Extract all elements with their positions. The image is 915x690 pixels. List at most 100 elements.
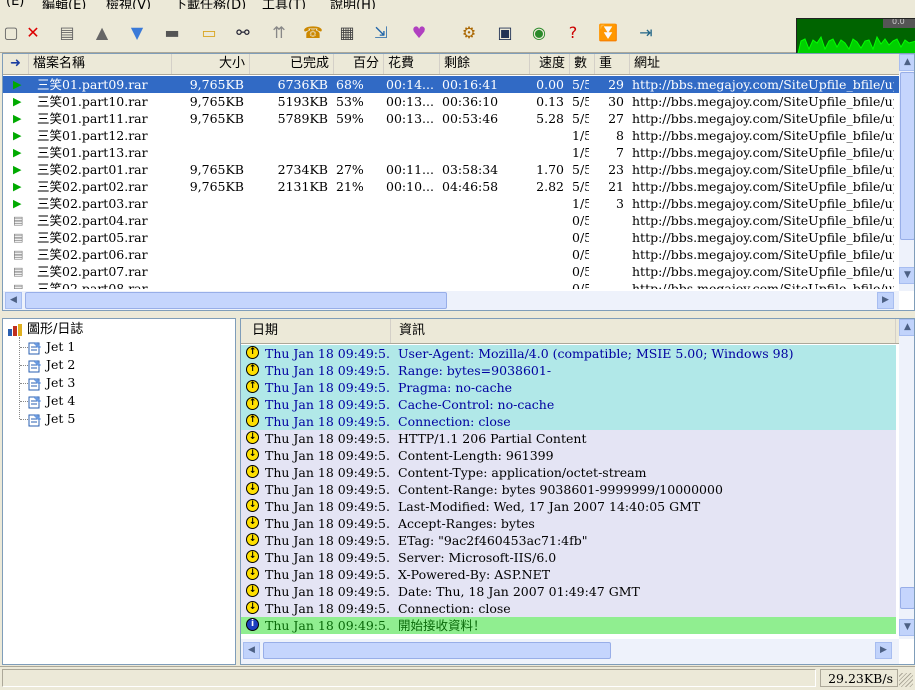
col-size[interactable]: 大小 (172, 54, 250, 74)
tree-root[interactable]: 圖形/日誌 (7, 320, 83, 338)
col-left[interactable]: 剩餘 (440, 54, 530, 74)
log-row[interactable]: ↓ Thu Jan 18 09:49:5... Content-Length: 96… (241, 447, 896, 464)
dial-button[interactable]: ☎ (302, 21, 324, 43)
batch-button[interactable]: ▦ (336, 21, 358, 43)
log-row[interactable]: ↓ Thu Jan 18 09:49:5... Content-Range: byt… (241, 481, 896, 498)
col-date[interactable]: 日期 (241, 319, 391, 343)
log-scroll-right-button[interactable]: ▶ (875, 642, 892, 659)
download-row[interactable]: ▤ 三笑02.part05.rar 0/5 http://bbs.megajoy.co… (3, 229, 900, 246)
download-row[interactable]: ▶ 三笑01.part10.rar 9,765KB 5193KB 53% 00:13...… (3, 93, 900, 110)
site-manager-button[interactable]: ⇈ (268, 21, 290, 43)
log-row[interactable]: ↑ Thu Jan 18 09:49:5... Pragma: no-cache (241, 379, 896, 396)
download-row[interactable]: ▤ 三笑02.part06.rar 0/5 http://bbs.megajoy.co… (3, 246, 900, 263)
help-button[interactable]: ? (562, 21, 584, 43)
import-button[interactable]: ⇲ (370, 21, 392, 43)
scroll-up-button[interactable]: ▲ (899, 54, 914, 71)
col-name[interactable]: 檔案名稱 (29, 54, 172, 74)
open-folder-button[interactable]: ▭ (198, 21, 220, 43)
log-vscroll-thumb[interactable] (900, 587, 914, 609)
move-down-button[interactable]: ▼ (126, 21, 148, 43)
download-row[interactable]: ▤ 三笑02.part07.rar 0/5 http://bbs.megajoy.co… (3, 263, 900, 280)
favorites-button[interactable]: ♥ (408, 21, 430, 43)
tree-item-jet-1[interactable]: Jet 1 (20, 338, 75, 356)
log-row[interactable]: ↑ Thu Jan 18 09:49:5... User-Agent: Mozill… (241, 345, 896, 362)
col-status[interactable]: ➜ (3, 54, 29, 74)
download-row[interactable]: ▶ 三笑02.part03.rar 1/5 3 http://bbs.megajoy.c… (3, 195, 900, 212)
properties-button[interactable]: ▤ (56, 21, 78, 43)
delete-button[interactable]: ✕ (22, 21, 44, 43)
resize-grip-icon[interactable] (899, 673, 913, 687)
download-row[interactable]: ▤ 三笑02.part08.rar 0/5 http://bbs.megajoy.co… (3, 280, 900, 289)
connect-button[interactable]: ◉ (528, 21, 550, 43)
col-speed[interactable]: 速度 (530, 54, 570, 74)
category-button[interactable]: ▬ (161, 21, 183, 43)
download-row[interactable]: ▶ 三笑01.part13.rar 1/5 7 http://bbs.megajoy.c… (3, 144, 900, 161)
log-row[interactable]: ↓ Thu Jan 18 09:49:5... Server: Microsoft-… (241, 549, 896, 566)
speed-graph-label: 0.0 (892, 18, 905, 26)
play-icon: ▶ (13, 146, 22, 159)
col-pct[interactable]: 百分 (334, 54, 384, 74)
log-row[interactable]: ↓ Thu Jan 18 09:49:5... Last-Modified: Wed… (241, 498, 896, 515)
menu-item-4[interactable]: 工具(T) (262, 0, 306, 9)
log-row[interactable]: ↓ Thu Jan 18 09:49:5... ETag: "9ac2f460453… (241, 532, 896, 549)
log-row[interactable]: ↓ Thu Jan 18 09:49:5... X-Powered-By: ASP.… (241, 566, 896, 583)
col-url[interactable]: 網址 (630, 54, 900, 74)
stop-all-button[interactable]: ▣ (494, 21, 516, 43)
cell-done (252, 144, 328, 161)
tree-item-jet-3[interactable]: Jet 3 (20, 374, 75, 392)
download-list[interactable]: ➜ 檔案名稱 大小 已完成 百分 花費 剩餘 速度數重網址 ▶ 三笑01.part09.rar 9… (2, 53, 915, 311)
menu-item-1[interactable]: 編輯(E) (42, 0, 86, 9)
cell-left (442, 212, 524, 229)
log-row[interactable]: ↓ Thu Jan 18 09:49:5... Content-Type: appl… (241, 464, 896, 481)
log-row[interactable]: ↓ Thu Jan 18 09:49:5... HTTP/1.1 206 Parti… (241, 430, 896, 447)
log-scroll-up-button[interactable]: ▲ (899, 319, 914, 336)
log-row[interactable]: i Thu Jan 18 09:49:5... 開始接收資料！ (241, 617, 896, 634)
download-hscroll-thumb[interactable] (25, 292, 447, 309)
tree-item-jet-2[interactable]: Jet 2 (20, 356, 75, 374)
menu-item-0[interactable]: (E) (6, 0, 24, 9)
download-row[interactable]: ▶ 三笑02.part02.rar 9,765KB 2131KB 21% 00:10...… (3, 178, 900, 195)
log-row[interactable]: ↑ Thu Jan 18 09:49:5... Range: bytes=90386… (241, 362, 896, 379)
tree-item-jet-4[interactable]: Jet 4 (20, 392, 75, 410)
log-scroll-left-button[interactable]: ◀ (243, 642, 260, 659)
log-row[interactable]: ↓ Thu Jan 18 09:49:5... Accept-Ranges: byt… (241, 515, 896, 532)
scroll-down-button[interactable]: ▼ (899, 267, 914, 284)
menu-item-3[interactable]: 下載任務(D) (174, 0, 246, 9)
new-button[interactable]: ▢ (0, 21, 22, 43)
col-info[interactable]: 資訊 (391, 319, 896, 343)
cell-retry: 21 (608, 179, 624, 194)
log-hscroll-thumb[interactable] (263, 642, 611, 659)
download-row[interactable]: ▶ 三笑02.part01.rar 9,765KB 2734KB 27% 00:11...… (3, 161, 900, 178)
options-button[interactable]: ⚙ (458, 21, 480, 43)
log-row[interactable]: ↑ Thu Jan 18 09:49:5... Connection: close (241, 413, 896, 430)
download-vscroll-thumb[interactable] (900, 72, 914, 240)
log-row[interactable]: ↑ Thu Jan 18 09:49:5... Cache-Control: no-… (241, 396, 896, 413)
download-row[interactable]: ▶ 三笑01.part11.rar 9,765KB 5789KB 59% 00:13...… (3, 110, 900, 127)
menu-item-2[interactable]: 檢視(V) (106, 0, 151, 9)
exit-button[interactable]: ⇥ (635, 21, 657, 43)
log-row[interactable]: ↓ Thu Jan 18 09:49:5... Date: Thu, 18 Jan … (241, 583, 896, 600)
log-scroll-down-button[interactable]: ▼ (899, 619, 914, 636)
cell-name: 三笑02.part01.rar (37, 162, 148, 177)
scroll-right-button[interactable]: ▶ (877, 292, 894, 309)
col-spent[interactable]: 花費 (384, 54, 440, 74)
menu-item-5[interactable]: 說明(H) (330, 0, 376, 9)
col-conn[interactable]: 數 (570, 54, 595, 74)
tree-panel[interactable]: 圖形/日誌 Jet 1 Jet 2 Jet 3 Jet 4 Jet 5 (2, 318, 236, 665)
download-row[interactable]: ▶ 三笑01.part12.rar 1/5 8 http://bbs.megajoy.c… (3, 127, 900, 144)
move-up-button[interactable]: ▲ (91, 21, 113, 43)
cell-url: http://bbs.megajoy.com/SiteUpfile_bfile/… (632, 247, 894, 262)
tree-item-jet-5[interactable]: Jet 5 (20, 410, 75, 428)
download-row[interactable]: ▶ 三笑01.part09.rar 9,765KB 6736KB 68% 00:14...… (3, 76, 900, 93)
find-button[interactable]: ⚯ (232, 21, 254, 43)
log-info: ETag: "9ac2f460453ac71:4fb" (398, 533, 588, 548)
download-row[interactable]: ▤ 三笑02.part04.rar 0/5 http://bbs.megajoy.co… (3, 212, 900, 229)
horizontal-splitter[interactable] (0, 311, 915, 318)
col-retry[interactable]: 重 (595, 54, 630, 74)
cell-speed: 2.82 (536, 179, 564, 194)
scroll-left-button[interactable]: ◀ (5, 292, 22, 309)
log-row[interactable]: ↓ Thu Jan 18 09:49:5... Connection: close (241, 600, 896, 617)
col-done[interactable]: 已完成 (250, 54, 334, 74)
log-panel[interactable]: 日期 資訊 ↑ Thu Jan 18 09:49:5... User-Agent: … (240, 318, 915, 665)
schedule-button[interactable]: ⏬ (597, 21, 619, 43)
